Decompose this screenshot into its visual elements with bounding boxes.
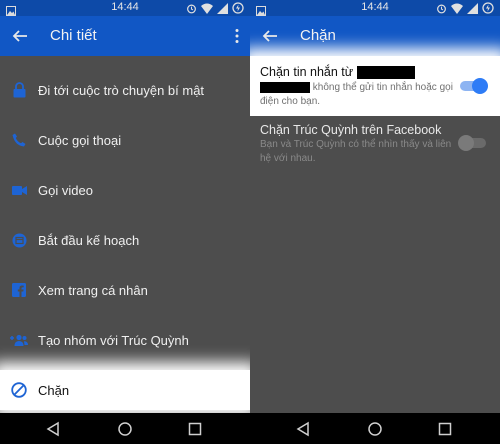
empty-area — [250, 174, 500, 413]
setting-title: Chặn Trúc Quỳnh trên Facebook — [260, 123, 442, 137]
lock-icon — [10, 81, 28, 99]
status-bar: 14:44 — [0, 0, 250, 16]
redacted-name — [260, 81, 310, 93]
details-menu: Đi tới cuộc trò chuyện bí mật Cuộc gọi t… — [0, 56, 250, 413]
wifi-icon — [201, 3, 213, 14]
toggle-knob — [472, 78, 488, 94]
battery-charging-icon — [482, 2, 494, 14]
video-camera-icon — [10, 181, 28, 199]
toggle-knob — [458, 135, 474, 151]
more-options-icon[interactable] — [234, 28, 240, 44]
status-bar: 14:44 — [250, 0, 500, 16]
menu-item-start-plan[interactable]: Bắt đầu kế hoạch — [0, 220, 250, 260]
page-title: Chặn — [300, 27, 336, 44]
menu-item-label: Tạo nhóm với Trúc Quỳnh — [38, 332, 189, 348]
menu-item-voice-call[interactable]: Cuộc gọi thoại — [0, 120, 250, 160]
menu-item-secret-conversation[interactable]: Đi tới cuộc trò chuyện bí mật — [0, 70, 250, 110]
setting-description: Bạn và Trúc Quỳnh có thể nhìn thấy và li… — [260, 139, 452, 164]
menu-item-view-profile[interactable]: Xem trang cá nhân — [0, 270, 250, 310]
redacted-name — [356, 66, 415, 80]
block-screen: 14:44 Chặn Chặn tin nhắn từ không thể gử… — [250, 0, 500, 444]
wifi-icon — [451, 3, 463, 14]
facebook-icon — [10, 281, 28, 299]
back-arrow-icon[interactable] — [12, 28, 28, 44]
page-title: Chi tiết — [50, 27, 97, 44]
menu-item-label: Chặn — [38, 382, 70, 398]
menu-item-label: Cuộc gọi thoại — [38, 132, 122, 148]
battery-charging-icon — [232, 2, 244, 14]
nav-recents-icon[interactable] — [187, 421, 203, 437]
block-messages-setting[interactable]: Chặn tin nhắn từ không thể gửi tin nhắn … — [250, 56, 500, 116]
menu-item-label: Xem trang cá nhân — [38, 282, 148, 298]
app-bar: Chi tiết — [0, 16, 250, 56]
menu-item-label: Bắt đầu kế hoạch — [38, 232, 140, 248]
signal-icon — [467, 2, 478, 14]
phone-icon — [10, 131, 28, 149]
setting-title: Chặn tin nhắn từ — [260, 65, 415, 80]
nav-home-icon[interactable] — [367, 421, 383, 437]
nav-back-icon[interactable] — [295, 421, 311, 437]
menu-item-create-group[interactable]: Tạo nhóm với Trúc Quỳnh — [0, 320, 250, 360]
block-facebook-setting[interactable]: Chặn Trúc Quỳnh trên Facebook Bạn và Trú… — [250, 116, 500, 174]
block-facebook-toggle[interactable] — [458, 135, 486, 151]
menu-item-video-call[interactable]: Gọi video — [0, 170, 250, 210]
alarm-icon — [187, 4, 196, 13]
block-icon — [10, 381, 28, 399]
navigation-bar — [250, 413, 500, 444]
add-group-icon — [10, 331, 28, 349]
menu-item-label: Gọi video — [38, 182, 93, 198]
app-bar: Chặn — [250, 16, 500, 56]
back-arrow-icon[interactable] — [262, 28, 278, 44]
block-messages-toggle[interactable] — [460, 78, 488, 94]
setting-description: không thể gửi tin nhắn hoặc gọi điện cho… — [260, 81, 456, 109]
calendar-icon — [10, 231, 28, 249]
block-messages-title: Chặn tin nhắn từ — [260, 65, 354, 79]
nav-home-icon[interactable] — [117, 421, 133, 437]
menu-item-label: Đi tới cuộc trò chuyện bí mật — [38, 82, 205, 98]
details-screen: 14:44 Chi tiết Đi tới cuộc trò chuyện bí… — [0, 0, 250, 444]
nav-recents-icon[interactable] — [437, 421, 453, 437]
nav-back-icon[interactable] — [45, 421, 61, 437]
navigation-bar — [0, 413, 250, 444]
alarm-icon — [437, 4, 446, 13]
signal-icon — [217, 2, 228, 14]
menu-item-block[interactable]: Chặn — [0, 370, 250, 410]
